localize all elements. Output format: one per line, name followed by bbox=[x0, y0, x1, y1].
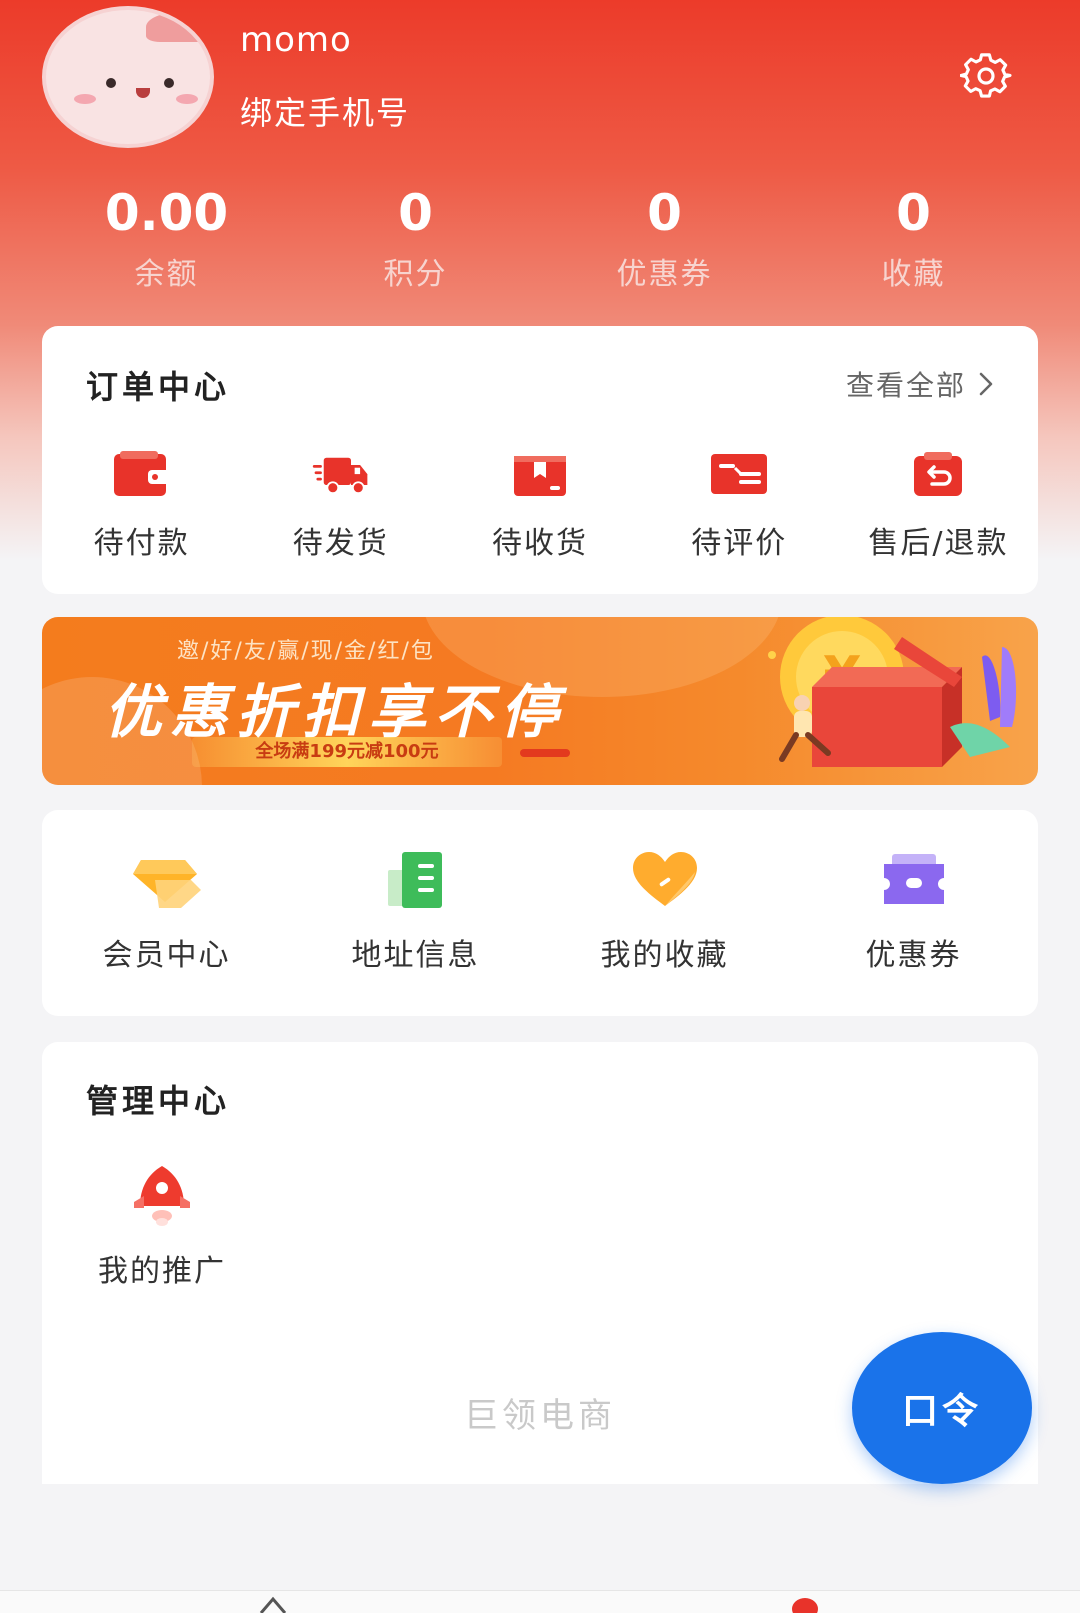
quick-services-card: 会员中心 地址信息 我的收藏 优惠券 bbox=[42, 810, 1038, 1016]
coupon-icon bbox=[883, 854, 944, 904]
order-item-label: 待评价 bbox=[691, 526, 788, 561]
manage-item-label: 我的推广 bbox=[98, 1254, 226, 1289]
quick-item-coupons[interactable]: 优惠券 bbox=[789, 850, 1038, 974]
avatar-mouth bbox=[136, 88, 150, 98]
gift-box-illustration: ¥ bbox=[768, 617, 1017, 767]
avatar[interactable] bbox=[42, 6, 214, 148]
home-tab-icon[interactable] bbox=[258, 1595, 288, 1613]
review-card-icon bbox=[711, 454, 768, 494]
management-center-title: 管理中心 bbox=[86, 1082, 231, 1120]
heart-icon bbox=[632, 852, 697, 906]
management-center-card: 管理中心 我的推广 bbox=[42, 1042, 1038, 1340]
diamond-icon bbox=[132, 860, 201, 908]
rocket-icon bbox=[134, 1166, 190, 1226]
bottom-tab-bar bbox=[0, 1590, 1080, 1613]
quick-item-label: 我的收藏 bbox=[600, 938, 729, 973]
order-item-pending-shipment[interactable]: 待发货 bbox=[241, 450, 440, 562]
stat-label: 收藏 bbox=[881, 257, 946, 292]
truck-icon bbox=[312, 457, 368, 495]
quick-item-favorites[interactable]: 我的收藏 bbox=[540, 850, 789, 974]
stat-value: 0.00 bbox=[104, 184, 229, 242]
order-center-card: 订单中心 查看全部 待付款 待发货 待收货 待评价 售后/退款 bbox=[42, 326, 1038, 594]
order-item-pending-receipt[interactable]: 待收货 bbox=[440, 450, 639, 562]
view-all-label: 查看全部 bbox=[845, 369, 966, 402]
bind-phone-link[interactable]: 绑定手机号 bbox=[240, 88, 410, 134]
order-item-after-sales[interactable]: 售后/退款 bbox=[839, 450, 1038, 562]
order-status-row: 待付款 待发货 待收货 待评价 售后/退款 bbox=[42, 450, 1038, 562]
quick-item-member-center[interactable]: 会员中心 bbox=[42, 850, 291, 974]
wallet-icon bbox=[113, 451, 170, 496]
stat-balance[interactable]: 0.00 余额 bbox=[42, 185, 291, 293]
banner-subtitle: 邀/好/友/赢/现/金/红/包 bbox=[177, 639, 435, 664]
quick-item-label: 会员中心 bbox=[102, 938, 231, 973]
order-item-pending-review[interactable]: 待评价 bbox=[640, 450, 839, 562]
refund-icon bbox=[914, 452, 963, 496]
quick-services-row: 会员中心 地址信息 我的收藏 优惠券 bbox=[42, 850, 1038, 974]
address-book-icon bbox=[387, 852, 442, 908]
avatar-hat bbox=[146, 12, 210, 42]
view-all-orders-link[interactable]: 查看全部 bbox=[846, 364, 994, 404]
order-center-title: 订单中心 bbox=[86, 368, 231, 406]
password-command-button[interactable]: 口令 bbox=[852, 1332, 1032, 1484]
order-item-label: 待发货 bbox=[292, 526, 389, 561]
promo-banner[interactable]: 邀/好/友/赢/现/金/红/包 优惠折扣享不停 全场满199元减100元 ¥ bbox=[42, 617, 1038, 785]
stat-favorites[interactable]: 0 收藏 bbox=[789, 185, 1038, 293]
avatar-blush-right bbox=[176, 94, 198, 104]
profile-tab-icon[interactable] bbox=[790, 1595, 820, 1613]
stat-value: 0 bbox=[896, 184, 931, 242]
account-stats: 0.00 余额 0 积分 0 优惠券 0 收藏 bbox=[42, 185, 1038, 293]
avatar-eye-left bbox=[106, 78, 116, 88]
gear-icon[interactable] bbox=[960, 50, 1012, 102]
package-icon bbox=[514, 456, 566, 496]
quick-item-address[interactable]: 地址信息 bbox=[291, 850, 540, 974]
order-item-pending-payment[interactable]: 待付款 bbox=[42, 450, 241, 562]
username: momo bbox=[240, 20, 352, 60]
banner-promo-text: 全场满199元减100元 bbox=[192, 737, 502, 767]
stat-label: 积分 bbox=[383, 257, 448, 292]
stat-value: 0 bbox=[398, 184, 433, 242]
avatar-eye-right bbox=[164, 78, 174, 88]
quick-item-label: 地址信息 bbox=[351, 938, 480, 973]
chevron-right-icon bbox=[979, 372, 993, 396]
stat-value: 0 bbox=[647, 184, 682, 242]
order-item-label: 售后/退款 bbox=[868, 526, 1009, 561]
order-item-label: 待收货 bbox=[492, 526, 588, 561]
stat-label: 优惠券 bbox=[616, 257, 713, 292]
avatar-blush-left bbox=[74, 94, 96, 104]
manage-item-my-promotion[interactable]: 我的推广 bbox=[82, 1162, 242, 1290]
fab-label: 口令 bbox=[901, 1391, 982, 1432]
quick-item-label: 优惠券 bbox=[865, 938, 962, 973]
stat-coupons[interactable]: 0 优惠券 bbox=[540, 185, 789, 293]
stat-points[interactable]: 0 积分 bbox=[291, 185, 540, 293]
banner-indicator bbox=[520, 749, 570, 757]
order-item-label: 待付款 bbox=[93, 526, 190, 561]
stat-label: 余额 bbox=[134, 257, 199, 292]
